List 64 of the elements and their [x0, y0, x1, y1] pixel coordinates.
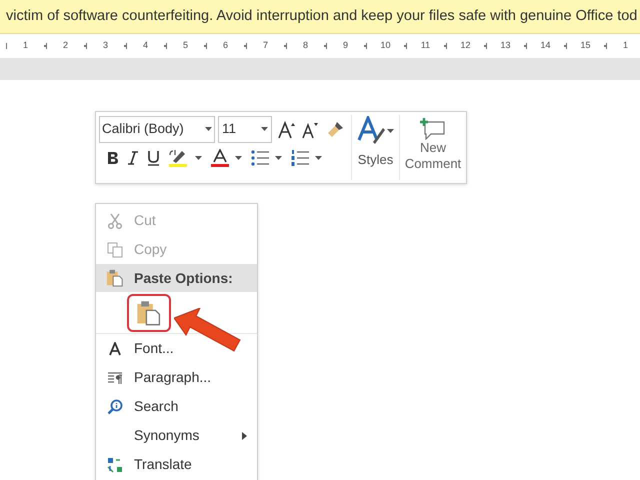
ruler-number: 2 [62, 39, 68, 52]
ruler-number: 12 [460, 39, 470, 52]
ruler-number: 7 [262, 39, 268, 52]
ruler-number: 11 [420, 39, 430, 52]
menu-item-label: Synonyms [134, 426, 200, 445]
ruler-number: 14 [540, 39, 550, 52]
menu-item-label: Copy [134, 240, 167, 259]
styles-icon [357, 116, 385, 146]
caret-icon [387, 128, 394, 134]
font-color-icon[interactable] [211, 149, 229, 167]
menu-item-label: Cut [134, 211, 156, 230]
keep-source-formatting-button[interactable] [127, 294, 171, 332]
menu-item-label: Paragraph... [134, 368, 212, 387]
clipboard-icon [106, 269, 124, 287]
ruler-number: 4 [142, 39, 148, 52]
caret-icon [195, 156, 202, 160]
ruler-number: 10 [380, 39, 390, 52]
translate-icon [107, 456, 123, 472]
caret-icon [235, 156, 242, 160]
ruler-number: 15 [580, 39, 590, 52]
numbered-list-icon[interactable] [291, 150, 309, 166]
menu-item[interactable]: Search [96, 392, 257, 421]
menu-item[interactable]: Font... [96, 334, 257, 363]
bullet-list-icon[interactable] [251, 150, 269, 166]
submenu-arrow-icon [242, 432, 247, 440]
highlighter-icon[interactable] [169, 149, 189, 167]
styles-button[interactable]: Styles [352, 112, 399, 183]
caret-icon [275, 156, 282, 160]
menu-item-label: Font... [134, 339, 174, 358]
menu-item-label: Translate [134, 455, 192, 474]
section-heading: Paste Options: [134, 268, 233, 288]
grow-font-icon[interactable] [278, 120, 296, 138]
menu-item[interactable]: Paragraph... [96, 363, 257, 392]
menu-item-label: Search [134, 397, 178, 416]
notification-text: victim of software counterfeiting. Avoid interruption and keep your files safe with genuine Office tod [6, 6, 638, 26]
menu-item[interactable]: Synonyms [96, 421, 257, 450]
ruler-number: 13 [500, 39, 510, 52]
ruler-number: 1 [22, 39, 28, 52]
caret-icon [261, 127, 268, 132]
underline-icon[interactable] [147, 150, 160, 166]
ruler-number: 8 [302, 39, 308, 52]
pointer-arrow [174, 308, 242, 352]
letter-icon [108, 342, 122, 356]
search-icon [107, 398, 123, 414]
caret-icon [315, 156, 322, 160]
caret-icon [205, 127, 212, 132]
format-painter-icon[interactable] [326, 120, 344, 138]
font-size-combo[interactable]: 11 [218, 116, 272, 143]
menu-item[interactable]: Translate [96, 450, 257, 479]
paragraph-icon [107, 370, 123, 384]
comment-icon [420, 118, 446, 140]
italic-icon[interactable] [128, 151, 138, 165]
ruler-number: 6 [222, 39, 228, 52]
new-comment-button[interactable]: New Comment [400, 112, 466, 183]
bold-icon[interactable] [107, 151, 119, 165]
copy-icon [107, 242, 123, 258]
shrink-font-icon[interactable] [302, 120, 320, 138]
scissors-icon [107, 212, 123, 228]
ruler-number: 5 [182, 39, 188, 52]
ruler-number: 3 [102, 39, 108, 52]
ruler-number: 9 [342, 39, 348, 52]
clipboard-icon [136, 300, 162, 326]
ruler-number: 1 [622, 39, 628, 52]
font-name-combo[interactable]: Calibri (Body) [99, 116, 215, 143]
